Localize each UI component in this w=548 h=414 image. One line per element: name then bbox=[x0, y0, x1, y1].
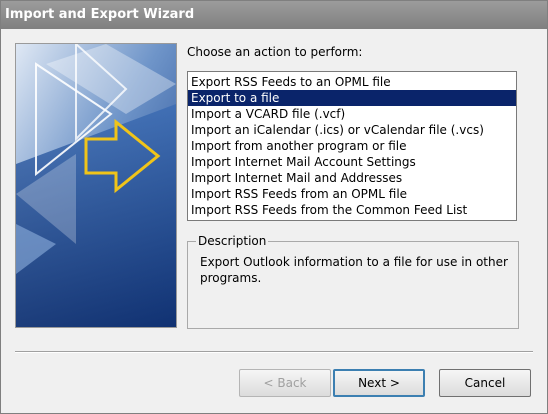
description-group: Description Export Outlook information t… bbox=[187, 234, 519, 329]
list-item-import-other-program[interactable]: Import from another program or file bbox=[188, 138, 516, 154]
list-item-import-rss-opml[interactable]: Import RSS Feeds from an OPML file bbox=[188, 186, 516, 202]
wizard-banner-image bbox=[15, 43, 177, 328]
list-item-import-rss-common-feed[interactable]: Import RSS Feeds from the Common Feed Li… bbox=[188, 202, 516, 218]
back-button[interactable]: < Back bbox=[239, 369, 331, 397]
next-button[interactable]: Next > bbox=[333, 369, 425, 397]
banner-arrows-icon bbox=[16, 44, 176, 327]
list-item-import-mail-addresses[interactable]: Import Internet Mail and Addresses bbox=[188, 170, 516, 186]
list-item-import-icalendar[interactable]: Import an iCalendar (.ics) or vCalendar … bbox=[188, 122, 516, 138]
window-title: Import and Export Wizard bbox=[5, 7, 195, 22]
list-item-export-rss-opml[interactable]: Export RSS Feeds to an OPML file bbox=[188, 74, 516, 90]
description-text: Export Outlook information to a file for… bbox=[200, 255, 508, 285]
description-label: Description bbox=[196, 234, 269, 248]
title-bar: Import and Export Wizard bbox=[1, 1, 547, 29]
action-prompt: Choose an action to perform: bbox=[187, 45, 363, 59]
divider bbox=[15, 351, 533, 353]
list-item-import-mail-account-settings[interactable]: Import Internet Mail Account Settings bbox=[188, 154, 516, 170]
list-item-export-to-file[interactable]: Export to a file bbox=[188, 90, 516, 106]
wizard-window: Import and Export Wizard Choose an actio… bbox=[0, 0, 548, 414]
action-listbox[interactable]: Export RSS Feeds to an OPML file Export … bbox=[187, 71, 517, 221]
list-item-import-vcard[interactable]: Import a VCARD file (.vcf) bbox=[188, 106, 516, 122]
cancel-button[interactable]: Cancel bbox=[439, 369, 531, 397]
